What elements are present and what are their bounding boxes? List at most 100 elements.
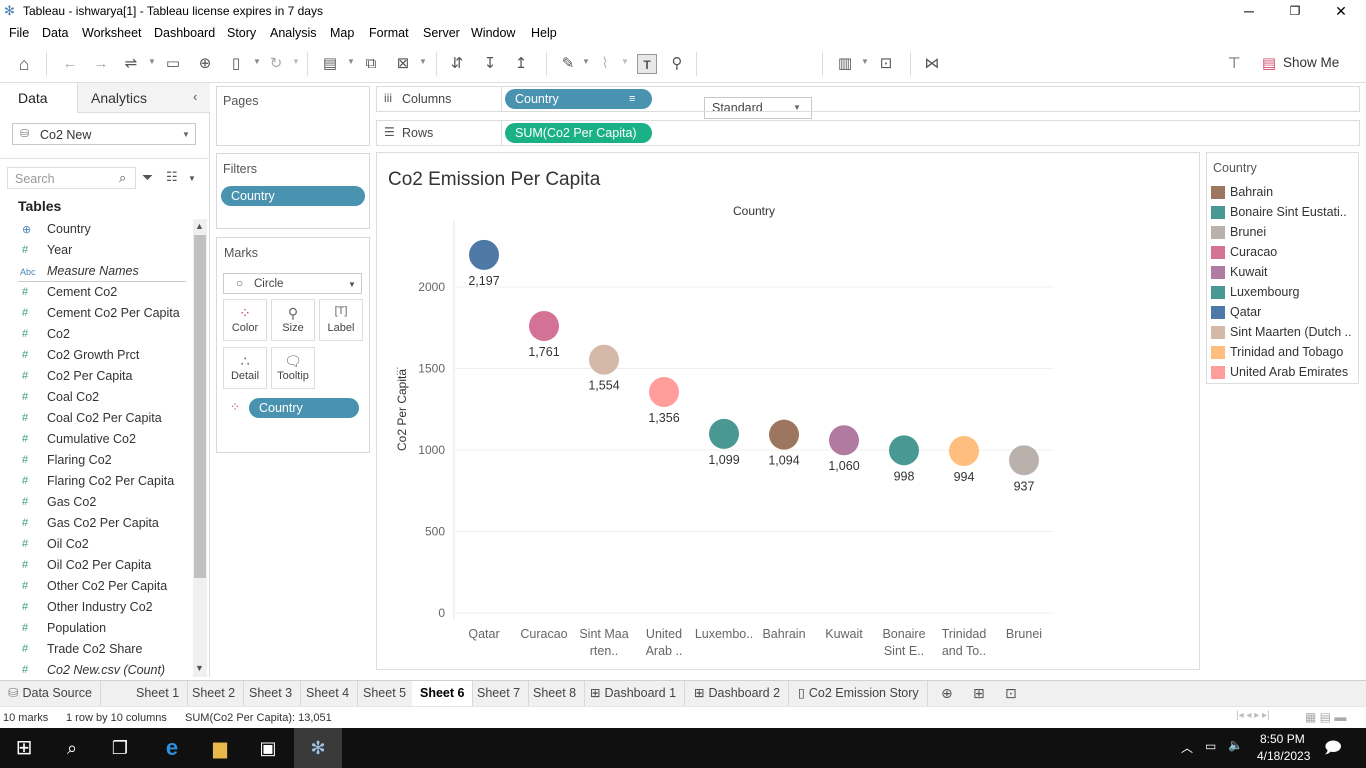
field-item[interactable]: # Coal Co2	[0, 387, 190, 408]
field-item[interactable]: # Flaring Co2	[0, 450, 190, 471]
mark-type-select[interactable]: ○ Circle ▼	[223, 273, 362, 294]
field-item[interactable]: # Cement Co2 Per Capita	[0, 303, 190, 324]
menu-data[interactable]: Data	[42, 26, 68, 40]
field-item[interactable]: # Other Co2 Per Capita	[0, 576, 190, 597]
tab-dashboard-2[interactable]: ⊞ Dashboard 2	[686, 681, 790, 706]
field-item[interactable]: Abc Measure Names	[0, 261, 190, 282]
menu-file[interactable]: File	[9, 26, 29, 40]
field-item[interactable]: # Flaring Co2 Per Capita	[0, 471, 190, 492]
new-datasource-icon[interactable]: ⊕	[195, 54, 215, 74]
file-explorer-icon[interactable]: ▆	[196, 728, 244, 768]
menu-story[interactable]: Story	[227, 26, 256, 40]
tab-sheet-6[interactable]: Sheet 6	[412, 681, 474, 706]
clock-date[interactable]: 4/18/2023	[1257, 749, 1310, 763]
menu-worksheet[interactable]: Worksheet	[82, 26, 142, 40]
format-painter-icon[interactable]: ⊤	[1224, 54, 1244, 74]
columns-pill-country[interactable]: Country ≡	[505, 89, 652, 109]
share-icon[interactable]: ⋈	[922, 54, 942, 74]
pause-updates-icon[interactable]: ▯	[226, 54, 246, 74]
swap-icon[interactable]: ⇌	[121, 54, 141, 74]
clock-time[interactable]: 8:50 PM	[1260, 732, 1305, 746]
legend-item[interactable]: United Arab Emirates	[1211, 362, 1359, 382]
pages-card[interactable]: Pages	[216, 86, 370, 146]
tab-dashboard-1[interactable]: ⊞ Dashboard 1	[582, 681, 686, 706]
field-item[interactable]: # Year	[0, 240, 190, 261]
tab-sheet-2[interactable]: Sheet 2	[184, 681, 245, 706]
sort-ascending-icon[interactable]: ↧	[480, 54, 500, 74]
field-item[interactable]: # Co2 Per Capita	[0, 366, 190, 387]
chevron-down-icon[interactable]: ▼	[347, 57, 355, 66]
filter-icon[interactable]: ⏷	[142, 169, 153, 186]
legend-item[interactable]: Brunei	[1211, 222, 1359, 242]
field-item[interactable]: # Coal Co2 Per Capita	[0, 408, 190, 429]
legend-item[interactable]: Qatar	[1211, 302, 1359, 322]
menu-server[interactable]: Server	[423, 26, 460, 40]
fix-axes-icon[interactable]: ⚲	[667, 54, 687, 74]
field-item[interactable]: ⊕ Country	[0, 219, 190, 240]
field-list-scrollbar[interactable]: ▲ ▼	[193, 219, 207, 677]
field-item[interactable]: # Co2 Growth Prct	[0, 345, 190, 366]
chevron-down-icon[interactable]: ▼	[148, 57, 156, 66]
menu-format[interactable]: Format	[369, 26, 409, 40]
tab-sheet-3[interactable]: Sheet 3	[241, 681, 302, 706]
undo-icon[interactable]: ←	[60, 54, 80, 74]
chevron-down-icon[interactable]: ▼	[253, 57, 261, 66]
tab-analytics[interactable]: Analytics ‹	[77, 83, 210, 113]
field-item[interactable]: # Co2	[0, 324, 190, 345]
new-story-tab-icon[interactable]: ⊡	[1005, 685, 1017, 702]
field-item[interactable]: # Gas Co2	[0, 492, 190, 513]
field-item[interactable]: # Co2 New.csv (Count)	[0, 660, 190, 677]
detail-button[interactable]: ∴ Detail	[223, 347, 267, 389]
notification-icon[interactable]: 🗩	[1324, 737, 1342, 764]
size-button[interactable]: ⚲ Size	[271, 299, 315, 341]
show-cards-icon[interactable]: ▥	[835, 54, 855, 74]
restore-button[interactable]: ❐	[1272, 0, 1318, 23]
scroll-down-icon[interactable]: ▼	[195, 663, 204, 673]
search-icon[interactable]: ⌕	[48, 728, 96, 768]
chart-area[interactable]: Co2 Emission Per Capita Country Co2 Per Ca…	[377, 153, 1199, 669]
tab-data[interactable]: Data	[0, 83, 77, 113]
legend-item[interactable]: Kuwait	[1211, 262, 1359, 282]
rows-pill-sum-co2[interactable]: SUM(Co2 Per Capita)	[505, 123, 652, 143]
new-dashboard-tab-icon[interactable]: ⊞	[973, 685, 985, 702]
tableau-taskbar-icon[interactable]: ✻	[294, 728, 342, 768]
rows-shelf[interactable]: ☰ Rows SUM(Co2 Per Capita)	[376, 120, 1360, 146]
nav-first-icon[interactable]: |◂ ◂ ▸ ▸|	[1236, 710, 1270, 721]
refresh-icon[interactable]: ↻	[266, 54, 286, 74]
store-icon[interactable]: ▣	[244, 728, 292, 768]
legend-item[interactable]: Curacao	[1211, 242, 1359, 262]
windows-start-icon[interactable]: ⊞	[0, 728, 48, 768]
legend-item[interactable]: Sint Maarten (Dutch ..	[1211, 322, 1359, 342]
filters-card[interactable]: Filters Country	[216, 153, 370, 229]
field-item[interactable]: # Oil Co2 Per Capita	[0, 555, 190, 576]
field-item[interactable]: # Other Industry Co2	[0, 597, 190, 618]
clear-sheet-icon[interactable]: ⊠	[393, 54, 413, 74]
columns-shelf[interactable]: iii Columns Country ≡	[376, 86, 1360, 112]
menu-analysis[interactable]: Analysis	[270, 26, 317, 40]
tab-sheet-8[interactable]: Sheet 8	[525, 681, 586, 706]
chevron-down-icon[interactable]: ▼	[621, 57, 629, 66]
datasource-select[interactable]: ⛁ Co2 New ▼	[12, 123, 196, 145]
legend-item[interactable]: Bahrain	[1211, 182, 1359, 202]
field-item[interactable]: # Population	[0, 618, 190, 639]
task-view-icon[interactable]: ❐	[96, 728, 144, 768]
label-button[interactable]: [T] Label	[319, 299, 363, 341]
field-item[interactable]: # Oil Co2	[0, 534, 190, 555]
highlight-icon[interactable]: ✎	[558, 54, 578, 74]
chevron-down-icon[interactable]: ▼	[582, 57, 590, 66]
view-grid-icon[interactable]: ▦ ▤ ▬	[1305, 710, 1346, 724]
collapse-icon[interactable]: ‹	[193, 89, 197, 104]
chevron-up-icon[interactable]: ︿	[1181, 739, 1193, 756]
tab-data-source[interactable]: ⛁ Data Source	[0, 681, 101, 706]
tooltip-button[interactable]: 🗨 Tooltip	[271, 347, 315, 389]
tab-sheet-1[interactable]: Sheet 1	[128, 681, 189, 706]
marks-pill-country[interactable]: Country	[249, 398, 359, 418]
edge-icon[interactable]: e	[148, 728, 196, 768]
scrollbar-thumb[interactable]	[194, 235, 206, 578]
sort-descending-icon[interactable]: ↥	[511, 54, 531, 74]
legend-item[interactable]: Trinidad and Tobago	[1211, 342, 1359, 362]
new-worksheet-icon[interactable]: ▤	[320, 54, 340, 74]
new-worksheet-tab-icon[interactable]: ⊕	[941, 685, 953, 702]
chevron-down-icon[interactable]: ▼	[188, 174, 196, 183]
battery-icon[interactable]: ▭	[1205, 739, 1216, 753]
